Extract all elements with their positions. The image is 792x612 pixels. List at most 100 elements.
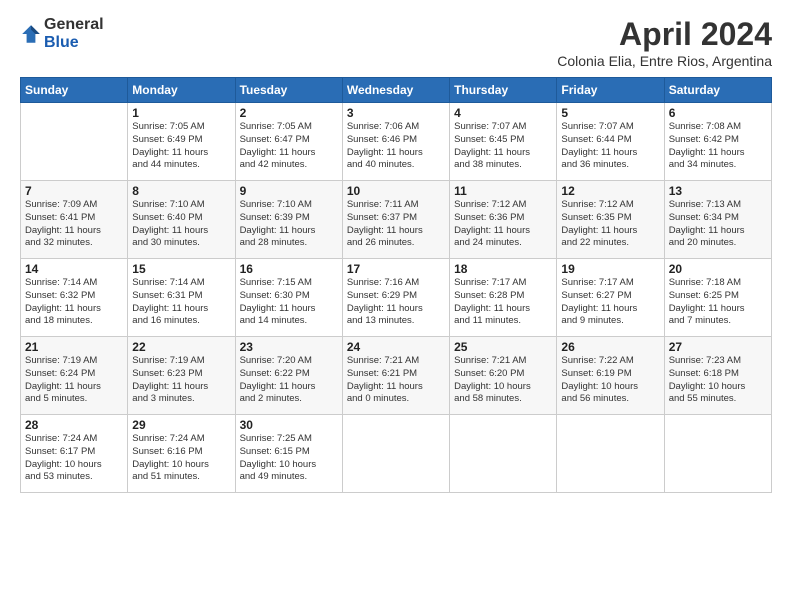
day-info: Sunrise: 7:19 AM Sunset: 6:23 PM Dayligh… xyxy=(132,355,230,406)
day-number: 14 xyxy=(25,262,123,276)
day-number: 28 xyxy=(25,418,123,432)
day-number: 22 xyxy=(132,340,230,354)
day-number: 20 xyxy=(669,262,767,276)
day-number: 4 xyxy=(454,106,552,120)
day-info: Sunrise: 7:13 AM Sunset: 6:34 PM Dayligh… xyxy=(669,199,767,250)
header: General Blue April 2024 Colonia Elia, En… xyxy=(20,16,772,69)
calendar-cell: 18Sunrise: 7:17 AM Sunset: 6:28 PM Dayli… xyxy=(450,259,557,337)
day-number: 29 xyxy=(132,418,230,432)
calendar-cell: 6Sunrise: 7:08 AM Sunset: 6:42 PM Daylig… xyxy=(664,103,771,181)
day-info: Sunrise: 7:21 AM Sunset: 6:21 PM Dayligh… xyxy=(347,355,445,406)
logo-icon xyxy=(20,23,42,45)
day-number: 23 xyxy=(240,340,338,354)
calendar-cell: 7Sunrise: 7:09 AM Sunset: 6:41 PM Daylig… xyxy=(21,181,128,259)
logo-blue-text: Blue xyxy=(44,34,104,52)
weekday-header: Monday xyxy=(128,78,235,103)
calendar-cell: 22Sunrise: 7:19 AM Sunset: 6:23 PM Dayli… xyxy=(128,337,235,415)
day-info: Sunrise: 7:10 AM Sunset: 6:39 PM Dayligh… xyxy=(240,199,338,250)
calendar-cell: 3Sunrise: 7:06 AM Sunset: 6:46 PM Daylig… xyxy=(342,103,449,181)
day-info: Sunrise: 7:24 AM Sunset: 6:17 PM Dayligh… xyxy=(25,433,123,484)
day-number: 7 xyxy=(25,184,123,198)
day-number: 1 xyxy=(132,106,230,120)
calendar-cell xyxy=(557,415,664,493)
day-number: 27 xyxy=(669,340,767,354)
calendar-cell: 8Sunrise: 7:10 AM Sunset: 6:40 PM Daylig… xyxy=(128,181,235,259)
day-info: Sunrise: 7:05 AM Sunset: 6:47 PM Dayligh… xyxy=(240,121,338,172)
day-info: Sunrise: 7:12 AM Sunset: 6:36 PM Dayligh… xyxy=(454,199,552,250)
day-info: Sunrise: 7:07 AM Sunset: 6:44 PM Dayligh… xyxy=(561,121,659,172)
calendar-cell: 20Sunrise: 7:18 AM Sunset: 6:25 PM Dayli… xyxy=(664,259,771,337)
day-info: Sunrise: 7:24 AM Sunset: 6:16 PM Dayligh… xyxy=(132,433,230,484)
calendar-week-row: 28Sunrise: 7:24 AM Sunset: 6:17 PM Dayli… xyxy=(21,415,772,493)
calendar-table: SundayMondayTuesdayWednesdayThursdayFrid… xyxy=(20,77,772,493)
calendar-body: 1Sunrise: 7:05 AM Sunset: 6:49 PM Daylig… xyxy=(21,103,772,493)
day-number: 10 xyxy=(347,184,445,198)
day-info: Sunrise: 7:06 AM Sunset: 6:46 PM Dayligh… xyxy=(347,121,445,172)
weekday-header: Saturday xyxy=(664,78,771,103)
day-info: Sunrise: 7:05 AM Sunset: 6:49 PM Dayligh… xyxy=(132,121,230,172)
calendar-cell: 13Sunrise: 7:13 AM Sunset: 6:34 PM Dayli… xyxy=(664,181,771,259)
day-info: Sunrise: 7:23 AM Sunset: 6:18 PM Dayligh… xyxy=(669,355,767,406)
page: General Blue April 2024 Colonia Elia, En… xyxy=(0,0,792,612)
weekday-header: Tuesday xyxy=(235,78,342,103)
day-number: 5 xyxy=(561,106,659,120)
day-info: Sunrise: 7:22 AM Sunset: 6:19 PM Dayligh… xyxy=(561,355,659,406)
day-number: 18 xyxy=(454,262,552,276)
day-info: Sunrise: 7:14 AM Sunset: 6:32 PM Dayligh… xyxy=(25,277,123,328)
day-info: Sunrise: 7:25 AM Sunset: 6:15 PM Dayligh… xyxy=(240,433,338,484)
logo: General Blue xyxy=(20,16,104,51)
day-number: 12 xyxy=(561,184,659,198)
logo-text: General Blue xyxy=(44,16,104,51)
calendar-week-row: 1Sunrise: 7:05 AM Sunset: 6:49 PM Daylig… xyxy=(21,103,772,181)
subtitle: Colonia Elia, Entre Rios, Argentina xyxy=(557,53,772,69)
calendar-week-row: 7Sunrise: 7:09 AM Sunset: 6:41 PM Daylig… xyxy=(21,181,772,259)
calendar-week-row: 14Sunrise: 7:14 AM Sunset: 6:32 PM Dayli… xyxy=(21,259,772,337)
calendar-cell: 1Sunrise: 7:05 AM Sunset: 6:49 PM Daylig… xyxy=(128,103,235,181)
calendar-cell: 12Sunrise: 7:12 AM Sunset: 6:35 PM Dayli… xyxy=(557,181,664,259)
calendar-cell: 4Sunrise: 7:07 AM Sunset: 6:45 PM Daylig… xyxy=(450,103,557,181)
calendar-cell: 27Sunrise: 7:23 AM Sunset: 6:18 PM Dayli… xyxy=(664,337,771,415)
day-info: Sunrise: 7:10 AM Sunset: 6:40 PM Dayligh… xyxy=(132,199,230,250)
day-info: Sunrise: 7:17 AM Sunset: 6:27 PM Dayligh… xyxy=(561,277,659,328)
calendar-cell: 26Sunrise: 7:22 AM Sunset: 6:19 PM Dayli… xyxy=(557,337,664,415)
day-number: 2 xyxy=(240,106,338,120)
calendar-cell: 24Sunrise: 7:21 AM Sunset: 6:21 PM Dayli… xyxy=(342,337,449,415)
day-number: 8 xyxy=(132,184,230,198)
calendar-cell: 30Sunrise: 7:25 AM Sunset: 6:15 PM Dayli… xyxy=(235,415,342,493)
calendar-header: SundayMondayTuesdayWednesdayThursdayFrid… xyxy=(21,78,772,103)
calendar-cell: 9Sunrise: 7:10 AM Sunset: 6:39 PM Daylig… xyxy=(235,181,342,259)
day-number: 15 xyxy=(132,262,230,276)
day-number: 19 xyxy=(561,262,659,276)
calendar-cell: 19Sunrise: 7:17 AM Sunset: 6:27 PM Dayli… xyxy=(557,259,664,337)
day-info: Sunrise: 7:14 AM Sunset: 6:31 PM Dayligh… xyxy=(132,277,230,328)
day-number: 26 xyxy=(561,340,659,354)
calendar-cell xyxy=(450,415,557,493)
day-info: Sunrise: 7:11 AM Sunset: 6:37 PM Dayligh… xyxy=(347,199,445,250)
day-info: Sunrise: 7:09 AM Sunset: 6:41 PM Dayligh… xyxy=(25,199,123,250)
day-info: Sunrise: 7:20 AM Sunset: 6:22 PM Dayligh… xyxy=(240,355,338,406)
weekday-header: Thursday xyxy=(450,78,557,103)
day-number: 30 xyxy=(240,418,338,432)
calendar-cell: 5Sunrise: 7:07 AM Sunset: 6:44 PM Daylig… xyxy=(557,103,664,181)
calendar-cell xyxy=(342,415,449,493)
calendar-cell: 15Sunrise: 7:14 AM Sunset: 6:31 PM Dayli… xyxy=(128,259,235,337)
day-info: Sunrise: 7:15 AM Sunset: 6:30 PM Dayligh… xyxy=(240,277,338,328)
day-number: 25 xyxy=(454,340,552,354)
day-info: Sunrise: 7:21 AM Sunset: 6:20 PM Dayligh… xyxy=(454,355,552,406)
day-number: 11 xyxy=(454,184,552,198)
calendar-week-row: 21Sunrise: 7:19 AM Sunset: 6:24 PM Dayli… xyxy=(21,337,772,415)
weekday-header: Wednesday xyxy=(342,78,449,103)
weekday-row: SundayMondayTuesdayWednesdayThursdayFrid… xyxy=(21,78,772,103)
calendar-cell: 14Sunrise: 7:14 AM Sunset: 6:32 PM Dayli… xyxy=(21,259,128,337)
day-number: 21 xyxy=(25,340,123,354)
day-number: 3 xyxy=(347,106,445,120)
day-info: Sunrise: 7:07 AM Sunset: 6:45 PM Dayligh… xyxy=(454,121,552,172)
calendar-cell: 16Sunrise: 7:15 AM Sunset: 6:30 PM Dayli… xyxy=(235,259,342,337)
calendar-cell: 21Sunrise: 7:19 AM Sunset: 6:24 PM Dayli… xyxy=(21,337,128,415)
calendar-cell xyxy=(21,103,128,181)
day-info: Sunrise: 7:08 AM Sunset: 6:42 PM Dayligh… xyxy=(669,121,767,172)
day-info: Sunrise: 7:16 AM Sunset: 6:29 PM Dayligh… xyxy=(347,277,445,328)
weekday-header: Friday xyxy=(557,78,664,103)
day-info: Sunrise: 7:19 AM Sunset: 6:24 PM Dayligh… xyxy=(25,355,123,406)
month-title: April 2024 xyxy=(557,16,772,53)
